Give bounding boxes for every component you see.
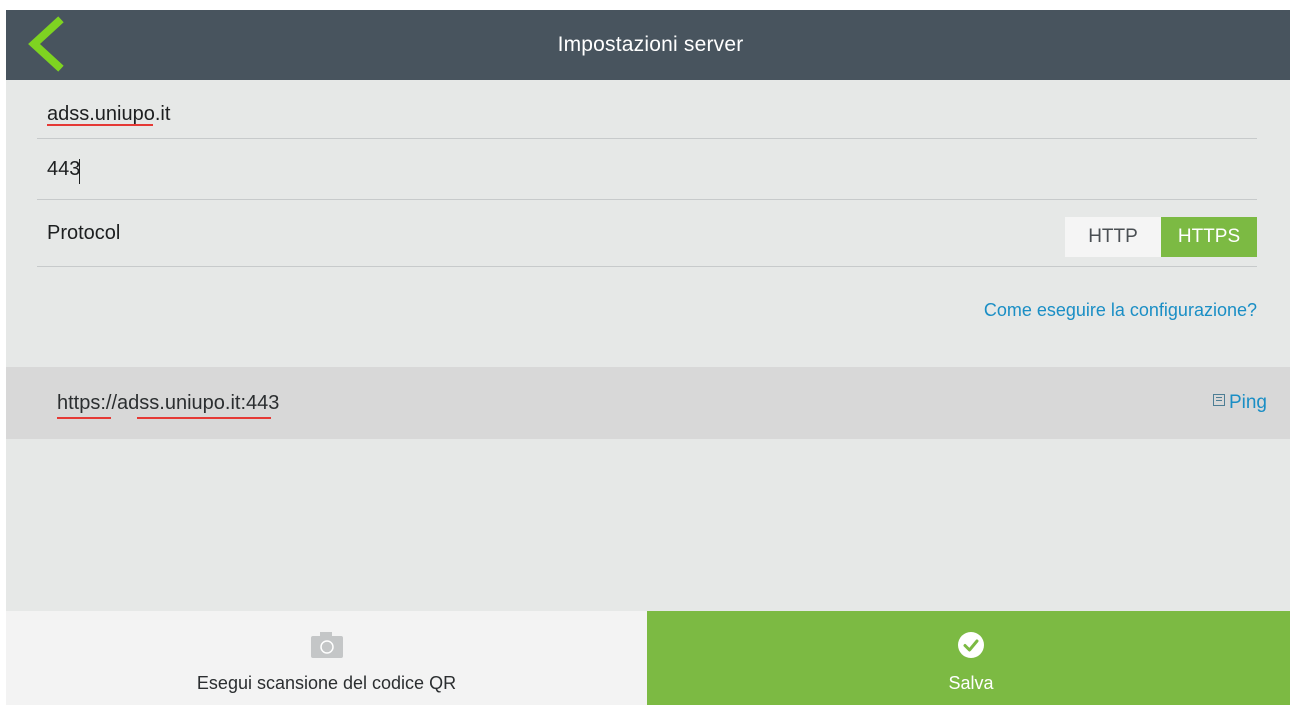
- spellcheck-underline: [47, 124, 153, 126]
- protocol-option-http[interactable]: HTTP: [1065, 217, 1161, 257]
- scan-qr-button[interactable]: Esegui scansione del codice QR: [6, 611, 647, 705]
- check-circle-icon: [958, 632, 984, 658]
- host-input[interactable]: [47, 90, 947, 138]
- bottom-action-bar: Esegui scansione del codice QR Salva: [6, 611, 1290, 705]
- protocol-toggle[interactable]: HTTP HTTPS: [1065, 217, 1257, 257]
- configuration-help-link[interactable]: Come eseguire la configurazione?: [984, 300, 1257, 321]
- save-button[interactable]: Salva: [647, 611, 1290, 705]
- url-preview-bar: https://adss.uniupo.it:443 Ping: [6, 367, 1290, 439]
- protocol-row: Protocol HTTP HTTPS: [37, 200, 1257, 267]
- url-preview: https://adss.uniupo.it:443: [57, 392, 280, 414]
- ping-button[interactable]: Ping: [1212, 367, 1267, 439]
- protocol-label: Protocol: [47, 222, 121, 244]
- host-field[interactable]: [37, 90, 1257, 139]
- text-caret: [79, 159, 80, 184]
- page-title: Impostazioni server: [557, 33, 744, 56]
- protocol-option-https[interactable]: HTTPS: [1161, 217, 1257, 257]
- top-app-bar: Impostazioni server: [6, 10, 1290, 80]
- ping-label: Ping: [1228, 392, 1267, 413]
- port-field[interactable]: [37, 139, 1257, 200]
- port-input[interactable]: [47, 139, 947, 199]
- scan-qr-label: Esegui scansione del codice QR: [196, 673, 457, 693]
- app-window: Impostazioni server Protocol HTTP HTTPS …: [6, 10, 1290, 705]
- spellcheck-underline: [57, 417, 111, 419]
- save-label: Salva: [948, 673, 994, 693]
- camera-icon: [310, 632, 343, 658]
- ping-icon: [1212, 394, 1225, 406]
- spellcheck-underline: [137, 417, 271, 419]
